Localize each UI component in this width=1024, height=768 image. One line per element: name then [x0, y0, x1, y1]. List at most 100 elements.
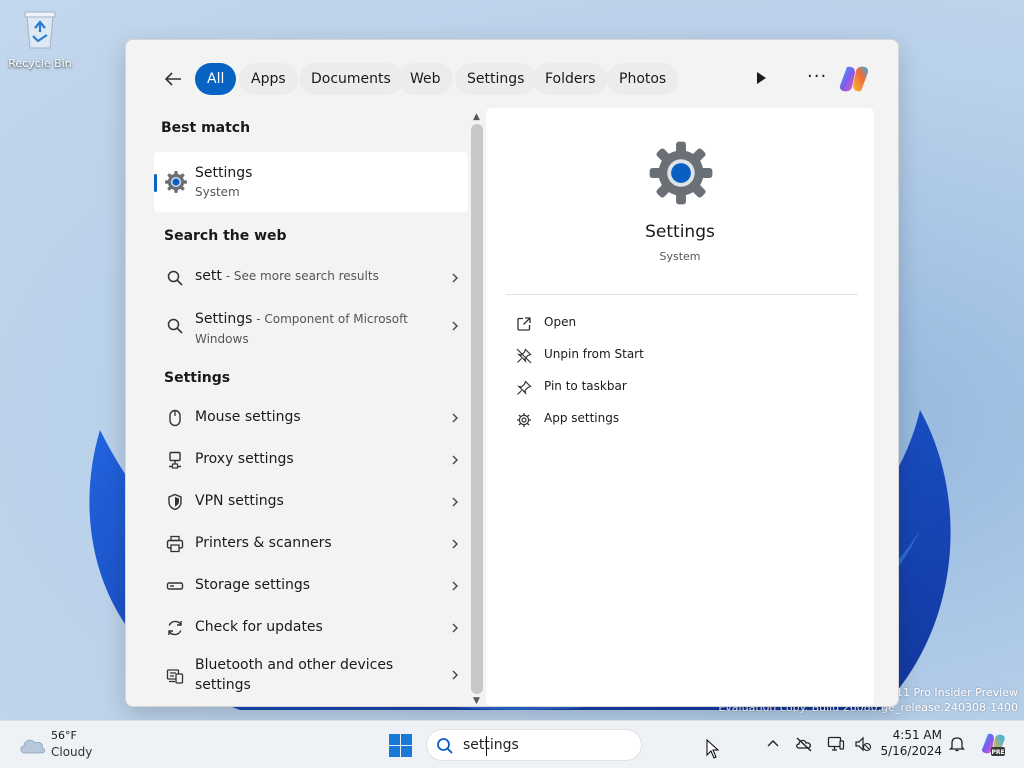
best-match-title: Settings — [195, 165, 253, 181]
notification-bell-icon[interactable] — [948, 735, 966, 753]
chevron-right-icon — [452, 273, 458, 283]
web-result-detail: - Component of Microsoft — [252, 312, 408, 326]
gear-icon — [517, 413, 531, 427]
more-options-icon[interactable]: ··· — [807, 66, 827, 87]
settings-item-label: VPN settings — [195, 493, 284, 509]
settings-item-label: Storage settings — [195, 577, 311, 593]
display-icon[interactable] — [827, 735, 845, 753]
preview-divider — [506, 294, 858, 295]
chevron-right-icon — [452, 497, 458, 507]
cloud-icon — [20, 739, 45, 754]
system-clock[interactable]: 4:51 AM 5/16/2024 — [880, 728, 942, 758]
search-icon — [437, 738, 453, 754]
best-match-result[interactable]: Settings System — [154, 152, 468, 212]
pin-icon — [517, 380, 532, 395]
scrollbar-thumb[interactable] — [471, 124, 483, 694]
filter-web[interactable]: Web — [398, 63, 453, 95]
web-result-settings[interactable]: Settings - Component of Microsoft Windows — [154, 300, 468, 350]
search-filter-bar: All Apps Documents Web Settings Folders … — [126, 62, 898, 96]
best-match-subtitle: System — [195, 185, 240, 199]
taskbar: 56°F Cloudy settings 4:51 AM 5/16/2024 P… — [0, 720, 1024, 768]
settings-heading: Settings — [164, 370, 231, 386]
search-web-heading: Search the web — [164, 228, 287, 244]
chevron-right-icon — [452, 455, 458, 465]
watermark-line1: 11 Pro Insider Preview — [895, 686, 1018, 699]
action-label: Unpin from Start — [544, 347, 644, 361]
preview-subtitle: System — [659, 250, 701, 263]
search-icon — [167, 270, 183, 286]
action-label: Pin to taskbar — [544, 379, 627, 393]
text-caret — [486, 736, 487, 756]
settings-item-label: Bluetooth and other devices — [195, 657, 394, 673]
taskbar-search-input[interactable]: settings — [463, 737, 519, 753]
chevron-right-icon — [452, 413, 458, 423]
settings-item-mouse[interactable]: Mouse settings — [154, 398, 468, 438]
devices-icon — [166, 669, 184, 684]
settings-gear-icon — [165, 171, 187, 193]
settings-item-bluetooth[interactable]: Bluetooth and other devices settings — [154, 650, 468, 700]
settings-item-label: Check for updates — [195, 619, 323, 635]
web-result-sett[interactable]: sett - See more search results — [154, 258, 468, 298]
copilot-icon[interactable] — [838, 64, 870, 94]
web-result-detail: - See more search results — [221, 269, 379, 283]
chevron-up-icon[interactable] — [764, 735, 782, 753]
web-result-title: Settings — [195, 311, 253, 327]
volume-muted-icon[interactable] — [854, 735, 872, 753]
printer-icon — [166, 535, 184, 553]
settings-item-label: Printers & scanners — [195, 535, 332, 551]
filter-all[interactable]: All — [195, 63, 237, 95]
back-arrow-icon[interactable] — [162, 68, 184, 90]
settings-item-printers[interactable]: Printers & scanners — [154, 524, 468, 564]
filter-photos[interactable]: Photos — [607, 63, 679, 95]
scroll-up-icon[interactable]: ▲ — [473, 112, 480, 122]
results-scrollbar[interactable]: ▲ ▼ — [469, 112, 485, 706]
settings-item-proxy[interactable]: Proxy settings — [154, 440, 468, 480]
network-offline-icon[interactable] — [795, 735, 813, 753]
web-result-detail-line2: Windows — [195, 332, 249, 346]
weather-condition: Cloudy — [51, 745, 93, 759]
action-label: App settings — [544, 411, 620, 425]
unpin-icon — [516, 348, 532, 364]
settings-item-label: Mouse settings — [195, 409, 301, 425]
recycle-bin[interactable]: Recycle Bin — [6, 8, 74, 70]
selection-accent — [154, 174, 157, 192]
shield-icon — [168, 493, 182, 511]
chevron-right-icon — [452, 581, 458, 591]
chevron-right-icon — [452, 539, 458, 549]
chevron-right-icon — [452, 670, 458, 680]
play-more-filters-icon[interactable] — [754, 71, 768, 85]
clock-time: 4:51 AM — [892, 728, 942, 742]
filter-documents[interactable]: Documents — [299, 63, 403, 95]
preview-title: Settings — [645, 222, 715, 242]
web-result-title: sett — [195, 268, 222, 284]
storage-icon — [166, 582, 184, 590]
windows-start-icon[interactable] — [389, 734, 412, 757]
filter-apps[interactable]: Apps — [239, 63, 298, 95]
search-panel: All Apps Documents Web Settings Folders … — [125, 39, 899, 707]
weather-temperature: 56°F — [51, 729, 77, 742]
best-match-heading: Best match — [161, 120, 251, 136]
search-icon — [167, 318, 183, 334]
copilot-preview-icon[interactable]: PRE — [980, 732, 1006, 758]
proxy-icon — [169, 451, 181, 469]
preview-pane: Settings System Open Unpin from Start Pi… — [486, 108, 874, 706]
svg-text:PRE: PRE — [991, 749, 1004, 756]
mouse-pointer-icon — [706, 739, 720, 759]
settings-item-updates[interactable]: Check for updates — [154, 608, 468, 648]
results-list: Best match Settings System Search the we… — [154, 110, 470, 706]
settings-gear-icon — [649, 141, 713, 205]
clock-date: 5/16/2024 — [880, 744, 942, 758]
settings-item-storage[interactable]: Storage settings — [154, 566, 468, 606]
recycle-bin-icon — [24, 11, 56, 49]
filter-folders[interactable]: Folders — [533, 63, 608, 95]
settings-item-label-line2: settings — [195, 677, 251, 693]
taskbar-search-box[interactable]: settings — [426, 729, 642, 761]
mouse-icon — [169, 409, 181, 427]
action-label: Open — [544, 315, 577, 329]
chevron-right-icon — [452, 623, 458, 633]
open-external-icon — [517, 317, 531, 331]
refresh-icon — [168, 620, 182, 636]
filter-settings[interactable]: Settings — [455, 63, 537, 95]
scroll-down-icon[interactable]: ▼ — [473, 696, 480, 706]
settings-item-vpn[interactable]: VPN settings — [154, 482, 468, 522]
